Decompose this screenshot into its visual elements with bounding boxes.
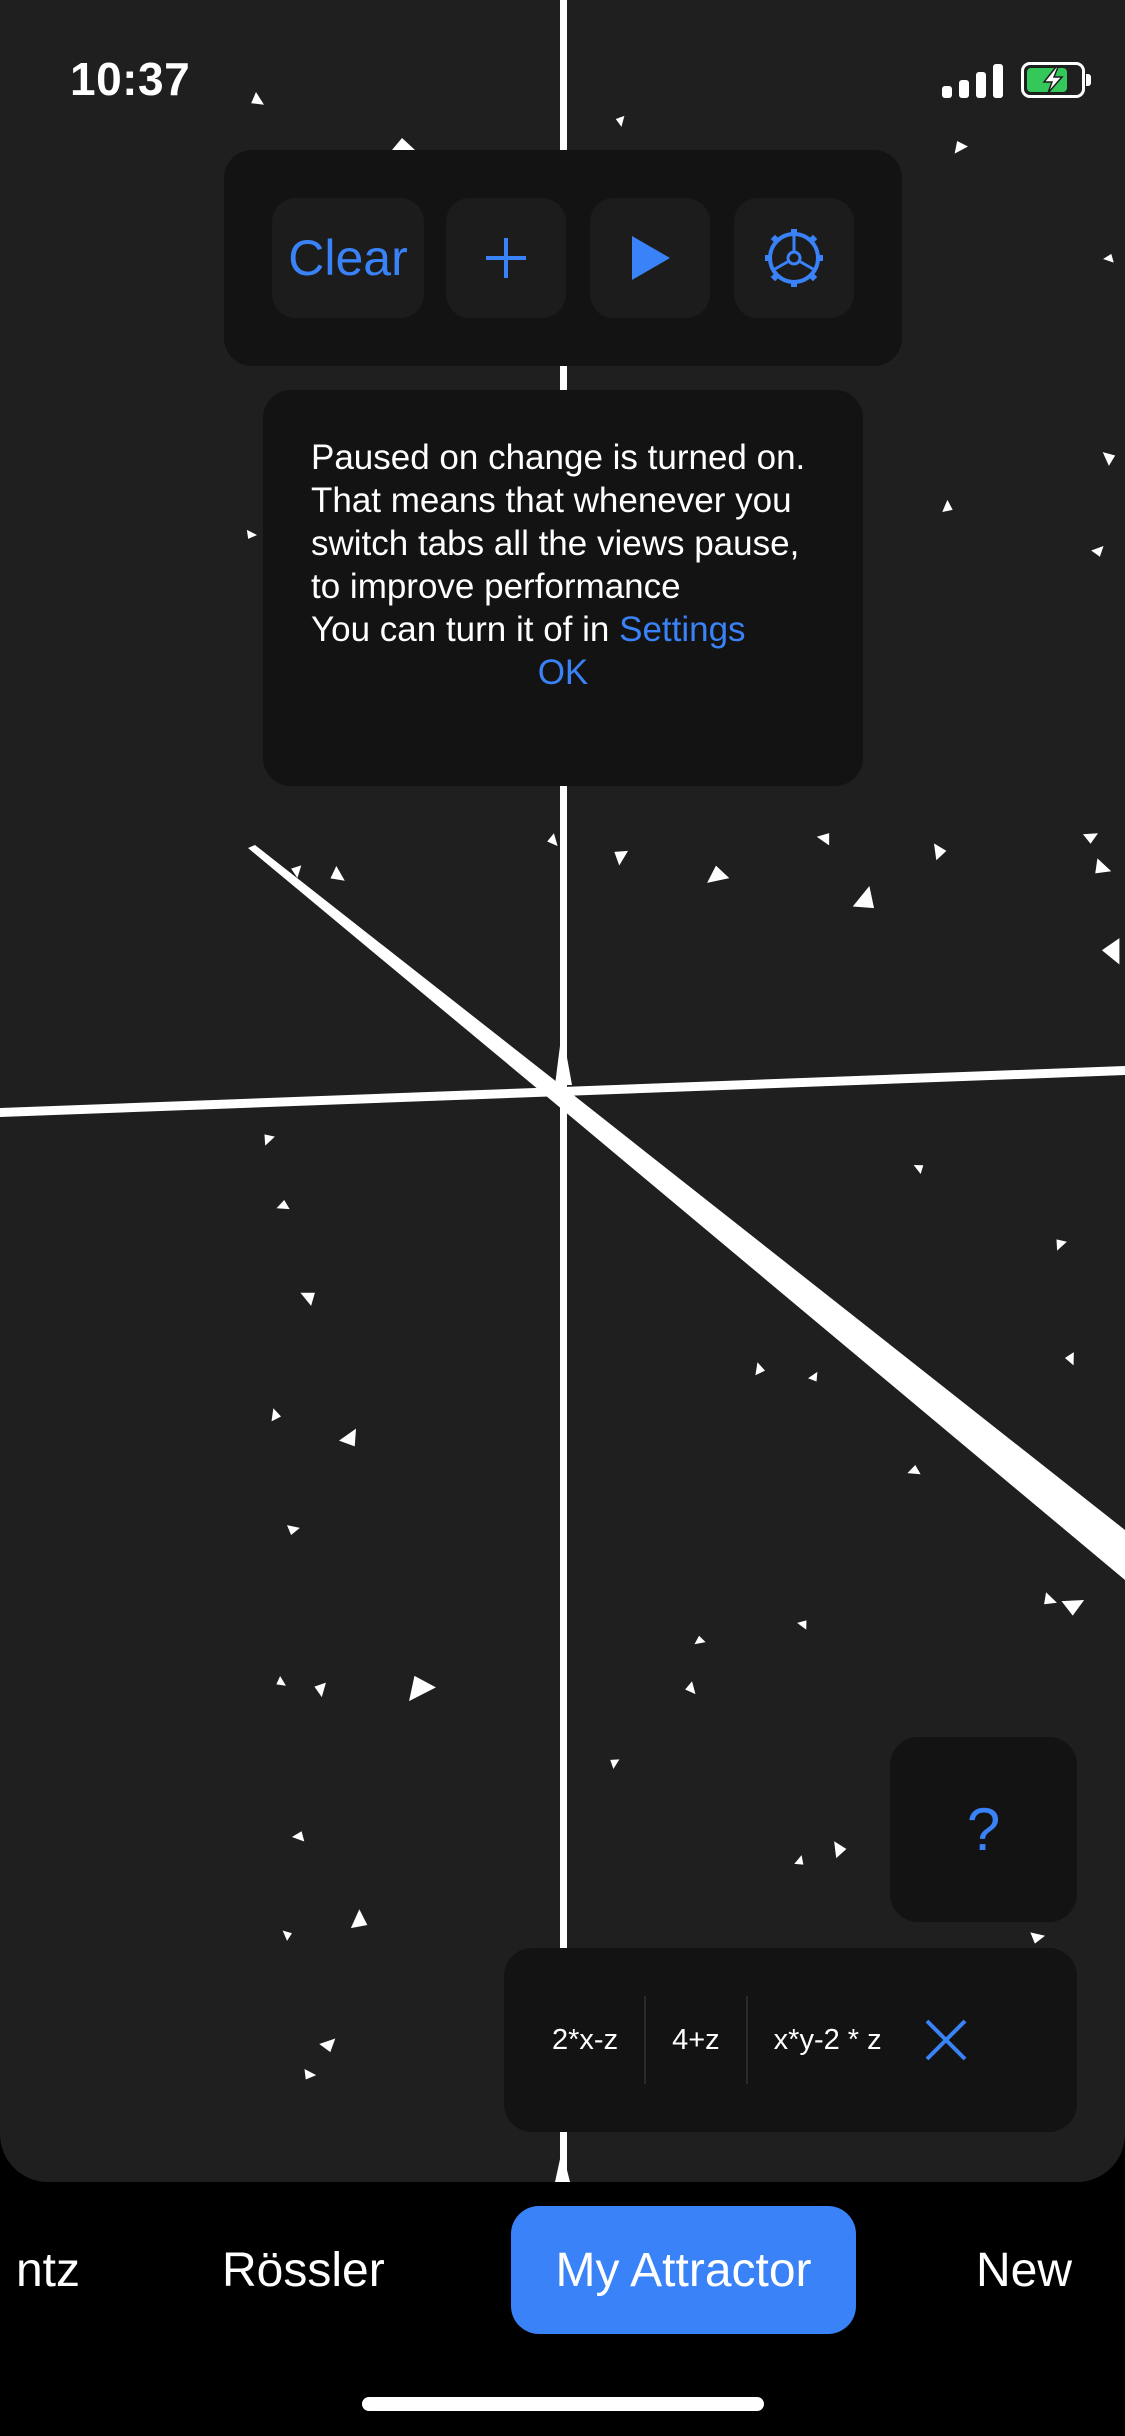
particle-arrow — [942, 499, 953, 513]
particle-arrow — [409, 1675, 436, 1702]
particle-arrow — [614, 850, 629, 866]
notice-text: Paused on change is turned on. That mean… — [311, 438, 806, 606]
particle-arrow — [1103, 253, 1114, 263]
particle-arrow — [933, 843, 947, 861]
particle-arrow — [1082, 833, 1098, 844]
particle-arrow — [1102, 452, 1116, 466]
particle-arrow — [685, 1681, 696, 1695]
play-icon — [632, 236, 670, 280]
particle-arrow — [276, 1676, 286, 1686]
equation-y[interactable]: 4+z — [646, 1996, 746, 2084]
close-equations-button[interactable] — [916, 2010, 976, 2070]
particle-arrow — [319, 2038, 336, 2053]
tab-rossler[interactable]: Rössler — [222, 2206, 385, 2334]
settings-link[interactable]: Settings — [619, 610, 745, 649]
particle-arrow — [913, 1165, 924, 1174]
status-indicators — [942, 62, 1091, 98]
particle-arrow — [314, 1682, 326, 1698]
ok-button[interactable]: OK — [311, 651, 815, 694]
particle-arrow — [797, 1620, 807, 1630]
particle-arrow — [707, 865, 730, 883]
help-button[interactable]: ? — [890, 1737, 1077, 1922]
particle-arrow — [1044, 1592, 1057, 1605]
diagonal-trail — [248, 845, 1125, 1580]
particle-arrow — [907, 1464, 921, 1475]
gear-icon — [765, 229, 823, 287]
particle-arrow — [816, 833, 830, 846]
particle-arrow — [1064, 1352, 1074, 1366]
particle-arrow — [330, 866, 345, 881]
particle-arrow — [350, 1909, 368, 1929]
paused-notice: Paused on change is turned on. That mean… — [263, 390, 863, 786]
tab-my-attractor[interactable]: My Attractor — [511, 2206, 856, 2334]
particle-arrow — [264, 1134, 275, 1146]
particle-arrow — [615, 115, 625, 127]
settings-button[interactable] — [734, 198, 854, 318]
plus-icon — [486, 238, 526, 278]
particle-arrow — [276, 1199, 290, 1210]
particle-arrow — [1101, 938, 1120, 965]
notice-line2: You can turn it of in — [311, 610, 610, 649]
particle-arrow — [755, 1362, 766, 1376]
bottom-arrow — [555, 2150, 570, 2182]
particle-arrow — [251, 92, 264, 105]
battery-icon — [1021, 62, 1091, 98]
particle-arrow — [286, 1525, 300, 1535]
particle-arrow — [291, 1831, 305, 1842]
center-arrow — [555, 1030, 572, 1085]
signal-icon — [942, 62, 1003, 98]
toolbar: Clear — [224, 150, 902, 366]
clear-button[interactable]: Clear — [272, 198, 424, 318]
particle-arrow — [282, 1930, 292, 1941]
equation-z[interactable]: x*y-2 * z — [748, 1996, 908, 2084]
play-button[interactable] — [590, 198, 710, 318]
particle-arrow — [1056, 1239, 1067, 1251]
close-icon — [925, 2019, 967, 2061]
particle-arrow — [304, 2068, 317, 2080]
particle-arrow — [300, 1292, 315, 1306]
particle-arrow — [808, 1371, 818, 1382]
particle-arrow — [954, 140, 968, 154]
particle-arrow — [1030, 1932, 1046, 1944]
particle-arrow — [246, 529, 257, 539]
particle-arrow — [834, 1841, 847, 1859]
particle-arrow — [1095, 858, 1112, 874]
equation-x[interactable]: 2*x-z — [504, 1996, 644, 2084]
particle-arrow — [610, 1759, 620, 1769]
charging-bolt-icon — [1042, 66, 1064, 94]
equations-bar: 2*x-z 4+z x*y-2 * z — [504, 1948, 1077, 2132]
tab-lorentz[interactable]: ntz — [0, 2206, 80, 2334]
status-time: 10:37 — [70, 53, 191, 105]
particle-arrow — [1061, 1599, 1085, 1616]
top-arrow — [392, 138, 415, 150]
particle-arrow — [339, 1428, 357, 1447]
particle-arrow — [794, 1855, 804, 1865]
particle-arrow — [271, 1408, 282, 1422]
particle-arrow — [1091, 546, 1104, 557]
particle-arrow — [694, 1635, 706, 1645]
tab-lorentz-label: ntz — [15, 2243, 80, 2297]
tab-new[interactable]: New — [976, 2206, 1072, 2334]
particle-arrow — [852, 886, 875, 909]
home-indicator — [362, 2397, 764, 2411]
particle-arrow — [547, 833, 558, 846]
add-button[interactable] — [446, 198, 566, 318]
